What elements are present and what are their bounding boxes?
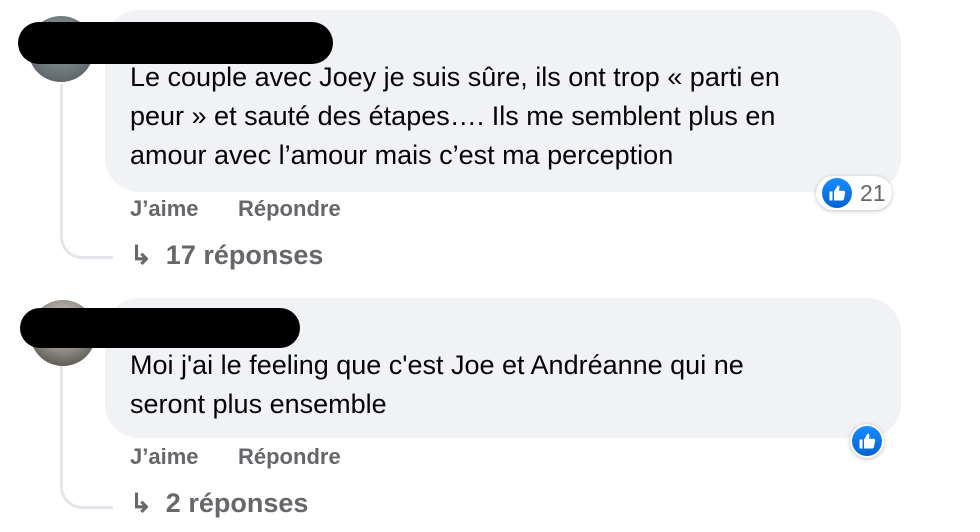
replies-count-label: 2 réponses bbox=[165, 488, 309, 518]
reply-arrow-icon: ↳ bbox=[130, 488, 152, 518]
view-replies-link[interactable]: ↳ 2 réponses bbox=[130, 488, 308, 519]
reply-arrow-icon: ↳ bbox=[130, 240, 152, 270]
like-button[interactable]: J’aime bbox=[130, 196, 199, 222]
reaction-summary[interactable] bbox=[850, 424, 884, 458]
view-replies-link[interactable]: ↳ 17 réponses bbox=[130, 240, 323, 271]
like-icon bbox=[852, 426, 882, 456]
reaction-count: 21 bbox=[860, 179, 886, 206]
like-icon bbox=[822, 178, 852, 208]
thread-connector bbox=[60, 84, 63, 204]
redacted-commenter-name bbox=[20, 308, 300, 348]
reply-button[interactable]: Répondre bbox=[238, 196, 341, 222]
reaction-summary[interactable]: 21 bbox=[816, 176, 892, 210]
comment-text: Le couple avec Joey je suis sûre, ils on… bbox=[130, 62, 780, 170]
comment-text: Moi j'ai le feeling que c'est Joe et And… bbox=[130, 350, 744, 419]
reply-button[interactable]: Répondre bbox=[238, 444, 341, 470]
thread-connector bbox=[60, 466, 113, 509]
like-button[interactable]: J’aime bbox=[130, 444, 199, 470]
thread-connector bbox=[60, 204, 113, 259]
replies-count-label: 17 réponses bbox=[165, 240, 324, 270]
thread-connector bbox=[60, 366, 63, 466]
